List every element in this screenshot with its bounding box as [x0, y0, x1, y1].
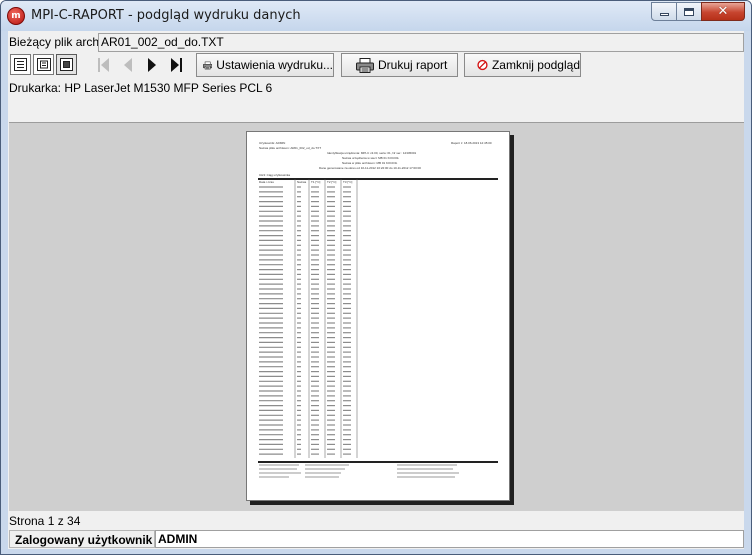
logged-user-field: ADMIN: [155, 530, 744, 548]
maximize-icon: [684, 7, 694, 16]
main-window: m MPI-C-RAPORT - podgląd wydruku danych …: [0, 0, 752, 555]
close-button[interactable]: ✕: [701, 2, 745, 21]
minimize-button[interactable]: [651, 2, 677, 21]
view-single-page-button[interactable]: [56, 54, 77, 75]
print-report-label: Drukuj raport: [378, 58, 448, 72]
print-settings-button[interactable]: Ustawienia wydruku...: [196, 53, 334, 77]
window-title: MPI-C-RAPORT - podgląd wydruku danych: [31, 8, 301, 23]
prohibited-icon: [477, 59, 488, 71]
last-page-icon: [171, 58, 182, 72]
logged-user-row: Zalogowany użytkownik ADMIN: [8, 530, 744, 548]
logged-user-label: Zalogowany użytkownik: [9, 530, 155, 548]
view-list-button[interactable]: [10, 54, 31, 75]
title-bar[interactable]: m MPI-C-RAPORT - podgląd wydruku danych …: [1, 1, 751, 31]
last-page-button[interactable]: [164, 54, 188, 76]
next-page-button[interactable]: [140, 54, 164, 76]
app-logo-icon[interactable]: m: [7, 7, 25, 25]
minimize-icon: [659, 13, 669, 16]
print-settings-label: Ustawienia wydruku...: [216, 58, 333, 72]
view-fit-page-button[interactable]: [33, 54, 54, 75]
window-controls: ✕: [651, 2, 745, 22]
preview-page[interactable]: Użytkownik: ADMIN Raport z: 18.06.2013 1…: [246, 131, 510, 501]
toolbar: Ustawienia wydruku... Drukuj raport Zamk…: [8, 53, 744, 77]
next-page-icon: [148, 58, 156, 72]
page-data-rows: [259, 179, 459, 478]
printer-icon: [203, 61, 213, 69]
close-preview-button[interactable]: Zamknij podgląd: [464, 53, 581, 77]
status-page-indicator: Strona 1 z 34: [9, 514, 81, 528]
print-report-button[interactable]: Drukuj raport: [341, 53, 458, 77]
first-page-icon: [98, 58, 109, 72]
view-fit-page-icon: [36, 58, 51, 71]
archive-file-label: Bieżący plik archiwun: [9, 35, 124, 49]
archive-file-row: Bieżący plik archiwun AR01_002_od_do.TXT: [8, 32, 744, 52]
first-page-button[interactable]: [92, 54, 116, 76]
view-single-page-icon: [60, 58, 73, 71]
previous-page-button[interactable]: [116, 54, 140, 76]
page-footer-rule: [258, 461, 498, 463]
printer-icon: [356, 57, 374, 73]
view-list-icon: [14, 58, 27, 71]
close-preview-label: Zamknij podgląd: [491, 58, 580, 72]
close-icon: ✕: [717, 4, 729, 19]
printer-name: Drukarka: HP LaserJet M1530 MFP Series P…: [9, 81, 273, 95]
print-preview-area[interactable]: Użytkownik: ADMIN Raport z: 18.06.2013 1…: [9, 122, 744, 511]
previous-page-icon: [124, 58, 132, 72]
archive-file-field[interactable]: AR01_002_od_do.TXT: [98, 33, 744, 52]
client-area: Bieżący plik archiwun AR01_002_od_do.TXT: [8, 31, 744, 549]
maximize-button[interactable]: [676, 2, 702, 21]
